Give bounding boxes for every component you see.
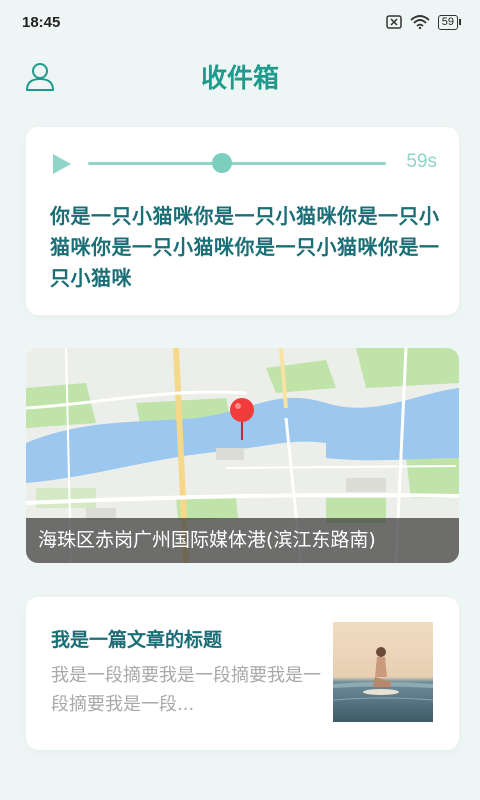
- battery-icon: 59: [437, 14, 462, 30]
- page-title: 收件箱: [200, 64, 279, 94]
- audio-progress-track[interactable]: [88, 162, 386, 165]
- location-card[interactable]: 海珠区赤岗广州国际媒体港(滨江东路南): [26, 348, 459, 563]
- article-thumbnail: [333, 622, 433, 722]
- location-address: 海珠区赤岗广州国际媒体港(滨江东路南): [26, 518, 459, 563]
- audio-progress-thumb[interactable]: [212, 153, 233, 173]
- voice-message-card[interactable]: 59s 你是一只小猫咪你是一只小猫咪你是一只小猫咪你是一只小猫咪你是一只小猫咪你…: [26, 127, 459, 315]
- sim-off-icon: [386, 15, 402, 29]
- article-card[interactable]: 我是一篇文章的标题 我是一段摘要我是一段摘要我是一段摘要我是一段...: [26, 597, 459, 750]
- article-title: 我是一篇文章的标题: [51, 629, 223, 651]
- status-time: 18:45: [22, 13, 61, 31]
- audio-duration: 59s: [406, 151, 437, 172]
- article-summary: 我是一段摘要我是一段摘要我是一段摘要我是一段...: [51, 665, 321, 715]
- status-icons: 59: [386, 14, 462, 30]
- status-bar: 18:45 59: [0, 0, 480, 44]
- wifi-icon: [410, 15, 430, 29]
- header: 收件箱: [0, 50, 480, 106]
- voice-message-text: 你是一只小猫咪你是一只小猫咪你是一只小猫咪你是一只小猫咪你是一只小猫咪你是一只小…: [50, 204, 440, 290]
- play-icon[interactable]: [52, 153, 72, 175]
